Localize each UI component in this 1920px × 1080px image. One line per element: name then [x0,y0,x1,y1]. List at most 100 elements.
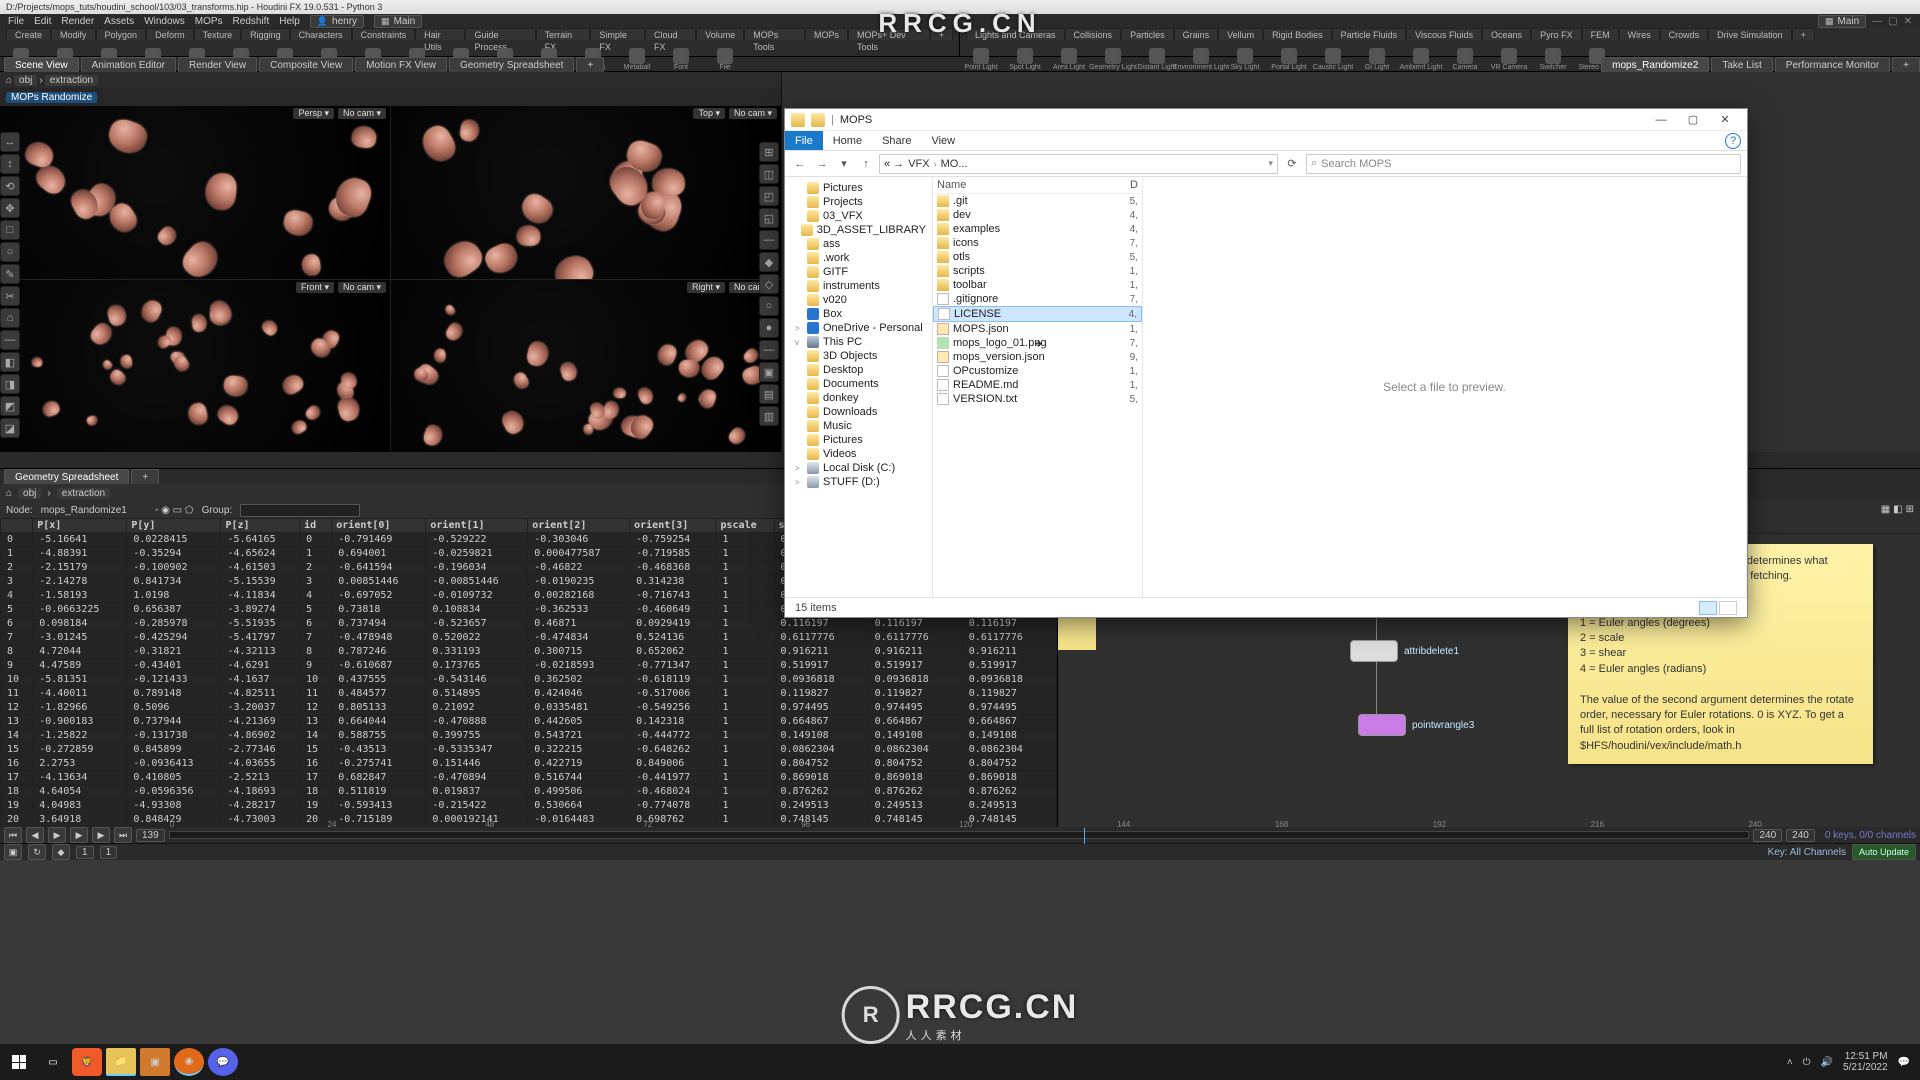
shelf-right-tab-2[interactable]: Particles [1121,28,1174,40]
shelf-right-tab-12[interactable]: Crowds [1660,28,1709,40]
right-tool-8[interactable]: ● [759,318,779,338]
user-display[interactable]: 👤 henry [310,15,364,28]
shelf-left-tab-15[interactable]: MOPs [805,28,848,40]
ribbon-help-icon[interactable]: ? [1725,133,1741,149]
tray-clock[interactable]: 12:51 PM 5/21/2022 [1843,1051,1888,1073]
tree-item[interactable]: >OneDrive - Personal [785,321,932,335]
file-row[interactable]: .gitignore7, [933,292,1142,306]
shelf-right-tool-13[interactable]: Switcher [1538,48,1568,71]
tree-item[interactable]: Projects [785,195,932,209]
tree-item[interactable]: 3D Objects [785,349,932,363]
left-tool-11[interactable]: ◨ [0,374,20,394]
tray-chevron-icon[interactable]: ˄ [1787,1057,1793,1068]
shelf-right-tool-10[interactable]: Ambient Light [1406,48,1436,71]
tree-item[interactable]: GITF [785,265,932,279]
tree-item[interactable]: 03_VFX [785,209,932,223]
shelf-right-tool-6[interactable]: Sky Light [1230,48,1260,71]
play-button[interactable]: ▶ [70,827,88,843]
tree-item[interactable]: Pictures [785,181,932,195]
desktop-switcher-right[interactable]: ▦ Main [1818,15,1866,28]
tree-item[interactable]: donkey [785,391,932,405]
node-attribdelete1[interactable]: attribdelete1 [1350,640,1459,662]
right-tool-2[interactable]: ◰ [759,186,779,206]
timeline[interactable]: ⏮ ◀ ▶ ▶ ▶ ⏭ 139 024487296120144168192216… [0,827,1920,843]
tree-item[interactable]: >Local Disk (C:) [785,461,932,475]
left-tool-5[interactable]: ○ [0,242,20,262]
table-row[interactable]: 12-1.829660.5096-3.20037120.8051330.2109… [1,701,1057,715]
netview-btn[interactable]: ⊞ [1906,504,1914,515]
left-tool-4[interactable]: □ [0,220,20,240]
menu-file[interactable]: File [8,16,24,27]
left-tool-2[interactable]: ⟲ [0,176,20,196]
tree-item[interactable]: Music [785,419,932,433]
file-row[interactable]: mops_logo_01.png7, [933,336,1142,350]
column-header[interactable] [1,519,33,533]
right-tool-5[interactable]: ◆ [759,252,779,272]
system-tray[interactable]: ˄ ⏻ 🔊 12:51 PM 5/21/2022 💬 [1787,1051,1916,1073]
file-row[interactable]: dev4, [933,208,1142,222]
shelf-right-tool-7[interactable]: Portal Light [1274,48,1304,71]
shelf-right-tool-0[interactable]: Point Light [966,48,996,71]
add-pane-tab-left[interactable]: + [576,57,604,72]
tree-item[interactable]: Pictures [785,433,932,447]
time-handle[interactable] [1084,828,1085,844]
shelf-right-tool-4[interactable]: Distant Light [1142,48,1172,71]
table-row[interactable]: 184.64054-0.0596356-4.18693180.5118190.0… [1,785,1057,799]
file-list[interactable]: Name D .git5,dev4,examples4,icons7,otls5… [933,177,1143,597]
column-date[interactable]: D [1118,179,1138,191]
shelf-left-tab-0[interactable]: Create [6,28,51,40]
menu-windows[interactable]: Windows [144,16,185,27]
shelf-left-tab-9[interactable]: Guide Process [465,28,535,40]
window-close-icon[interactable]: ✕ [1904,16,1912,27]
column-header[interactable]: orient[1] [426,519,528,533]
table-row[interactable]: 194.04983-4.93308-4.2821719-0.593413-0.2… [1,799,1057,813]
column-header[interactable]: P[y] [127,519,221,533]
nav-history-button[interactable]: ▾ [835,155,853,173]
menu-edit[interactable]: Edit [34,16,51,27]
shelf-left-tool-16[interactable]: File [710,48,740,71]
right-tool-0[interactable]: ⊞ [759,142,779,162]
column-header[interactable]: orient[0] [332,519,426,533]
range-start2[interactable]: 1 [100,846,118,859]
table-row[interactable]: 94.47589-0.43401-4.62919-0.6106870.17376… [1,659,1057,673]
left-tool-9[interactable]: — [0,330,20,350]
tree-item[interactable]: 3D_ASSET_LIBRARY [785,223,932,237]
left-tool-6[interactable]: ✎ [0,264,20,284]
explorer-title-bar[interactable]: | MOPS — ▢ ✕ [785,109,1747,131]
first-frame-button[interactable]: ⏮ [4,827,22,843]
right-tool-9[interactable]: — [759,340,779,360]
tree-item[interactable]: Documents [785,377,932,391]
task-view-button[interactable]: ▭ [38,1048,68,1076]
tree-item[interactable]: instruments [785,279,932,293]
shelf-left-add[interactable]: + [930,28,953,40]
address-bar[interactable]: « → VFX › MO... ▾ [879,154,1278,174]
explorer-window[interactable]: | MOPS — ▢ ✕ File Home Share View ? ← → … [784,108,1748,618]
add-lower-tab[interactable]: + [131,469,159,484]
ribbon-home[interactable]: Home [823,131,872,150]
tab-geometry-spreadsheet[interactable]: Geometry Spreadsheet [4,469,129,484]
shelf-right-tab-13[interactable]: Drive Simulation [1708,28,1792,40]
right-tool-10[interactable]: ▣ [759,362,779,382]
shelf-left-tab-7[interactable]: Constraints [352,28,416,40]
menu-mops[interactable]: MOPs [195,16,223,27]
shelf-right-tab-11[interactable]: Wires [1619,28,1660,40]
shelf-right-add[interactable]: + [1792,28,1815,40]
shelf-left-tab-5[interactable]: Rigging [241,28,290,40]
column-header[interactable]: orient[2] [528,519,630,533]
last-frame-button[interactable]: ⏭ [114,827,132,843]
right-tool-6[interactable]: ◇ [759,274,779,294]
shelf-right-tool-3[interactable]: Geometry Light [1098,48,1128,71]
tree-item[interactable]: .work [785,251,932,265]
file-row[interactable]: mops_version.json9, [933,350,1142,364]
left-tool-1[interactable]: ↕ [0,154,20,174]
explorer-minimize-button[interactable]: — [1645,111,1677,129]
refresh-button[interactable]: ⟳ [1282,154,1302,174]
tree-item[interactable]: >STUFF (D:) [785,475,932,489]
add-pane-tab-right[interactable]: + [1892,57,1920,72]
shelf-left-tab-11[interactable]: Simple FX [590,28,645,40]
file-row[interactable]: OPcustomize1, [933,364,1142,378]
nav-forward-button[interactable]: → [813,155,831,173]
pane-tab-take-list[interactable]: Take List [1711,57,1772,72]
loop-toggle[interactable]: ↻ [28,844,46,860]
tree-item[interactable]: Desktop [785,363,932,377]
